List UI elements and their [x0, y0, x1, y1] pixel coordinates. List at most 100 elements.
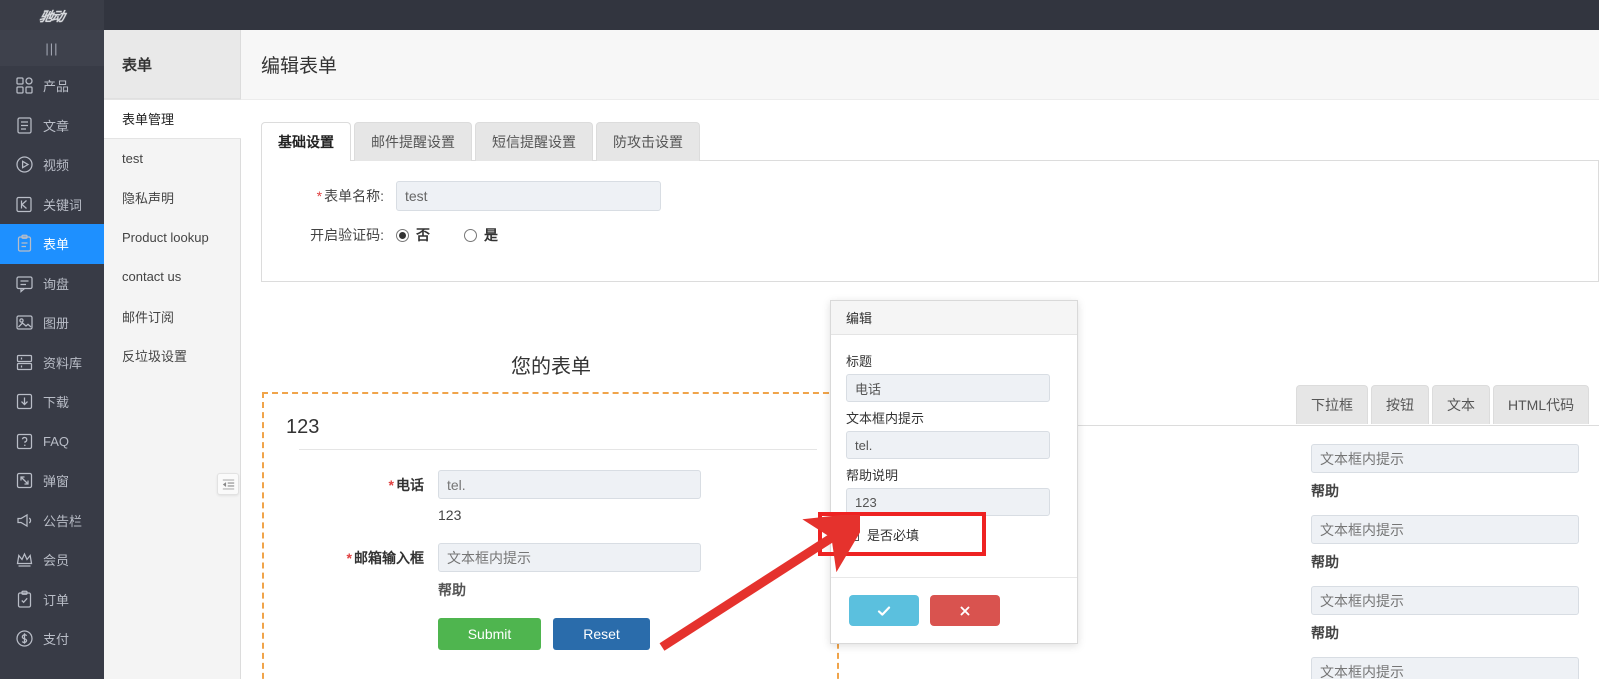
- secondary-sidebar-item-1[interactable]: 表单管理: [104, 99, 241, 139]
- grid-icon: [14, 76, 34, 96]
- sidebar-item-label: 订单: [43, 590, 69, 609]
- sidebar-item-2[interactable]: 文章: [0, 106, 104, 146]
- field-type-tab-3[interactable]: 文本: [1432, 385, 1490, 424]
- popup-required-checkbox-row[interactable]: ✓ 是否必填: [846, 525, 1062, 544]
- preview-field-row: *电话: [264, 470, 837, 499]
- submit-button[interactable]: Submit: [438, 618, 541, 650]
- sidebar-item-14[interactable]: 订单: [0, 580, 104, 620]
- required-asterisk: *: [389, 477, 394, 493]
- popup-placeholder-label: 文本框内提示: [846, 408, 1062, 427]
- sidebar-item-label: 公告栏: [43, 511, 82, 530]
- primary-sidebar: ||| 产品文章视频关键词表单询盘图册资料库下载 FAQ 弹窗公告栏会员订单支付: [0, 30, 104, 679]
- field-type-row-4: [1311, 657, 1599, 679]
- preview-field-help: 帮助: [438, 580, 837, 600]
- field-type-row-1: 帮助: [1311, 444, 1599, 501]
- sidebar-item-5[interactable]: 表单: [0, 224, 104, 264]
- field-type-input[interactable]: [1311, 444, 1579, 473]
- popup-confirm-button[interactable]: [849, 595, 919, 626]
- sidebar-item-1[interactable]: 产品: [0, 66, 104, 106]
- preview-field-help: 123: [438, 507, 837, 523]
- sidebar-item-label: FAQ: [43, 434, 69, 449]
- settings-tab-list: 基础设置邮件提醒设置短信提醒设置防攻击设置: [261, 122, 1579, 161]
- sidebar-item-15[interactable]: 支付: [0, 619, 104, 659]
- secondary-sidebar-item-3[interactable]: 隐私声明: [104, 178, 240, 218]
- secondary-sidebar-item-6[interactable]: 邮件订阅: [104, 297, 240, 337]
- popup-cancel-button[interactable]: [930, 595, 1000, 626]
- captcha-option-1[interactable]: 否: [396, 225, 446, 245]
- field-type-input[interactable]: [1311, 586, 1579, 615]
- field-type-tab-4[interactable]: HTML代码: [1493, 385, 1589, 424]
- tab-1[interactable]: 基础设置: [261, 122, 351, 161]
- tab-4[interactable]: 防攻击设置: [596, 122, 700, 161]
- captcha-option-2[interactable]: 是: [464, 225, 514, 245]
- check-icon: [876, 603, 892, 619]
- sidebar-item-10[interactable]: FAQ: [0, 422, 104, 462]
- secondary-sidebar-item-4[interactable]: Product lookup: [104, 218, 240, 258]
- sidebar-item-9[interactable]: 下载: [0, 382, 104, 422]
- form-name-input[interactable]: [396, 181, 661, 211]
- sidebar-item-label: 产品: [43, 76, 69, 95]
- sidebar-item-label: 询盘: [43, 274, 69, 293]
- secondary-sidebar-item-2[interactable]: test: [104, 139, 240, 179]
- secondary-sidebar-item-7[interactable]: 反垃圾设置: [104, 336, 240, 376]
- field-type-input[interactable]: [1311, 657, 1579, 679]
- sidebar-item-3[interactable]: 视频: [0, 145, 104, 185]
- field-type-row-2: 帮助: [1311, 515, 1599, 572]
- form-dropzone[interactable]: 123 *电话 123 *邮箱输入框帮助 Submit Reset: [262, 392, 839, 679]
- secondary-sidebar-item-5[interactable]: contact us: [104, 257, 240, 297]
- settings-tabs-wrap: 基础设置邮件提醒设置短信提醒设置防攻击设置 *表单名称: 开启验证码: 否是: [241, 100, 1599, 282]
- tab-2[interactable]: 邮件提醒设置: [354, 122, 472, 161]
- sidebar-item-label: 弹窗: [43, 471, 69, 490]
- popup-icon: [14, 471, 34, 491]
- question-icon: [14, 431, 34, 451]
- preview-field-input[interactable]: [438, 543, 701, 572]
- field-type-tab-1[interactable]: 下拉框: [1296, 385, 1368, 424]
- popup-placeholder-input[interactable]: [846, 431, 1050, 459]
- captcha-option-label: 否: [416, 225, 430, 245]
- preview-field-input[interactable]: [438, 470, 701, 499]
- sidebar-item-6[interactable]: 询盘: [0, 264, 104, 304]
- popup-required-label: 是否必填: [867, 525, 919, 544]
- field-type-tab-list: 下拉框按钮文本HTML代码: [1071, 385, 1599, 424]
- download-icon: [14, 392, 34, 412]
- sidebar-item-8[interactable]: 资料库: [0, 343, 104, 383]
- sidebar-item-11[interactable]: 弹窗: [0, 461, 104, 501]
- secondary-sidebar-title: 表单: [104, 30, 240, 99]
- checkbox-checked-icon[interactable]: ✓: [846, 528, 859, 541]
- document-icon: [14, 115, 34, 135]
- preview-field-row: *邮箱输入框: [264, 543, 837, 572]
- panel-collapse-handle[interactable]: [217, 473, 239, 495]
- preview-field-label: *邮箱输入框: [264, 548, 424, 568]
- radio-button[interactable]: [464, 229, 477, 242]
- sidebar-item-12[interactable]: 公告栏: [0, 501, 104, 541]
- sidebar-item-label: 会员: [43, 550, 69, 569]
- popup-help-label: 帮助说明: [846, 465, 1062, 484]
- captcha-option-label: 是: [484, 225, 498, 245]
- preview-field-1[interactable]: *电话 123: [264, 470, 837, 523]
- reset-button[interactable]: Reset: [553, 618, 650, 650]
- library-icon: [14, 352, 34, 372]
- field-type-panel: 下拉框按钮文本HTML代码 帮助帮助帮助: [1071, 385, 1599, 679]
- sidebar-item-label: 图册: [43, 313, 69, 332]
- popup-help-input[interactable]: [846, 488, 1050, 516]
- sidebar-item-4[interactable]: 关键词: [0, 185, 104, 225]
- field-type-tab-underline: [1071, 425, 1599, 426]
- radio-button[interactable]: [396, 229, 409, 242]
- popup-title-input[interactable]: [846, 374, 1050, 402]
- field-type-tab-2[interactable]: 按钮: [1371, 385, 1429, 424]
- popup-body: 标题 文本框内提示 帮助说明 ✓ 是否必填: [831, 335, 1077, 544]
- dollar-circle-icon: [14, 629, 34, 649]
- sidebar-item-label: 下载: [43, 392, 69, 411]
- field-type-input[interactable]: [1311, 515, 1579, 544]
- preview-field-2[interactable]: *邮箱输入框帮助: [264, 543, 837, 600]
- field-type-row-3: 帮助: [1311, 586, 1599, 643]
- form-name-label: *表单名称:: [284, 186, 384, 206]
- top-bar: 驰动: [0, 0, 1599, 30]
- brand-logo[interactable]: 驰动: [0, 0, 104, 30]
- keyword-k-icon: [14, 194, 34, 214]
- sidebar-item-13[interactable]: 会员: [0, 540, 104, 580]
- field-type-help: 帮助: [1311, 481, 1599, 501]
- tab-3[interactable]: 短信提醒设置: [475, 122, 593, 161]
- sidebar-item-7[interactable]: 图册: [0, 303, 104, 343]
- sidebar-collapse-toggle[interactable]: |||: [0, 30, 104, 66]
